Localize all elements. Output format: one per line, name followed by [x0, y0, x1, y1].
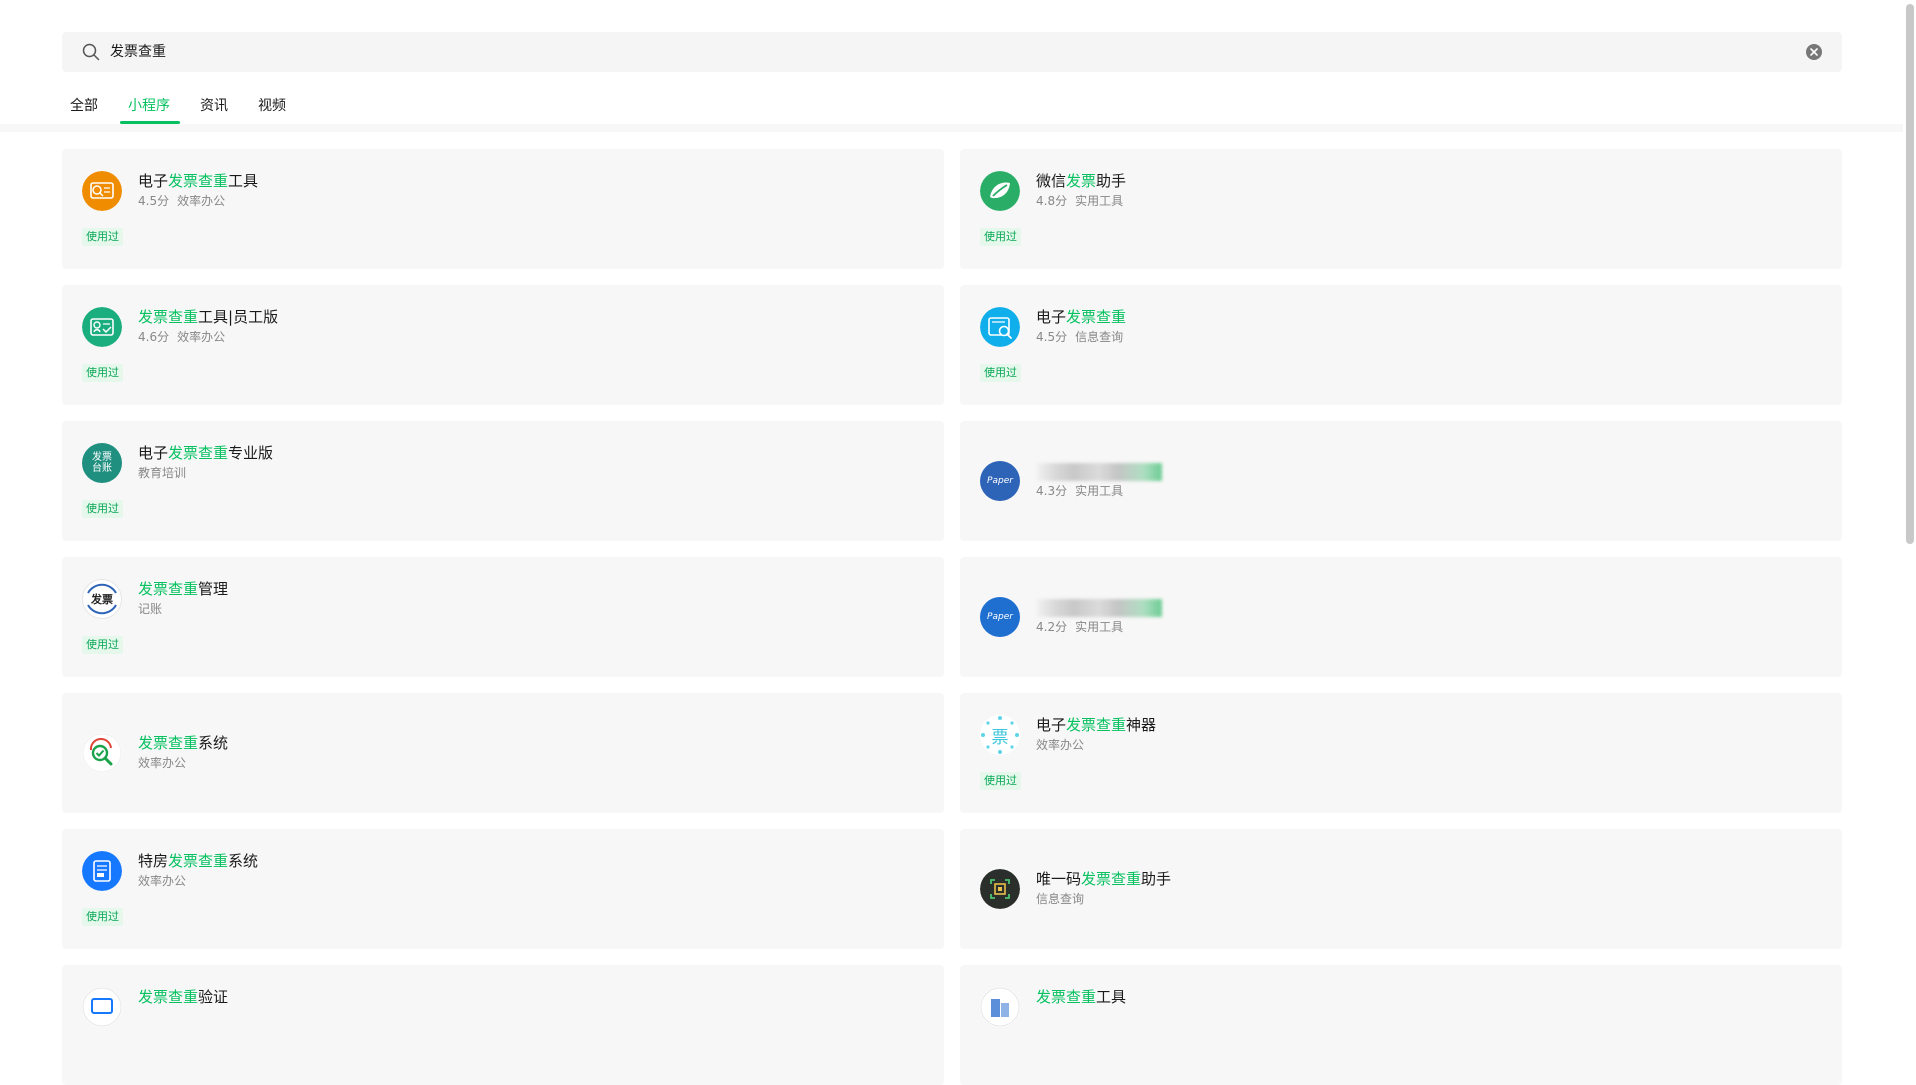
- result-title: 特房发票查重系统: [138, 852, 259, 870]
- result-card[interactable]: 发票查重系统 效率办公: [62, 693, 944, 813]
- result-meta: 4.8分 实用工具: [1036, 194, 1124, 208]
- invoice-magnifier-icon: [980, 307, 1020, 347]
- redacted-title: [1036, 462, 1162, 481]
- result-title: 电子发票查重专业版: [138, 444, 274, 462]
- result-card[interactable]: 发票 发票查重管理 记账 使用过: [62, 557, 944, 677]
- tab-all[interactable]: 全部: [70, 94, 98, 118]
- search-bar[interactable]: 发票查重: [62, 32, 1842, 72]
- result-title: 电子发票查重神器: [1036, 716, 1157, 734]
- document-icon: [82, 851, 122, 891]
- result-title: 唯一码发票查重助手: [1036, 870, 1172, 888]
- piao-dots-icon: 票: [980, 715, 1020, 755]
- result-meta: 效率办公: [138, 756, 187, 770]
- result-meta: 4.6分 效率办公: [138, 330, 226, 344]
- result-card[interactable]: Paper 4.2分 实用工具: [960, 557, 1842, 677]
- search-input[interactable]: 发票查重: [110, 42, 166, 62]
- tab-mini-programs[interactable]: 小程序: [128, 94, 170, 118]
- redacted-title: [1036, 598, 1162, 617]
- result-card[interactable]: 票 电子发票查重神器 效率办公 使用过: [960, 693, 1842, 813]
- result-meta: 记账: [138, 602, 163, 616]
- paper-logo-icon: Paper: [980, 461, 1020, 501]
- result-card[interactable]: Paper 4.3分 实用工具: [960, 421, 1842, 541]
- invoice-search-icon: [82, 171, 122, 211]
- result-card[interactable]: 发票 台账 电子发票查重专业版 教育培训 使用过: [62, 421, 944, 541]
- invoice-check-icon: [82, 307, 122, 347]
- leaf-icon: [980, 171, 1020, 211]
- magnifier-check-icon: [82, 733, 122, 773]
- tab-news[interactable]: 资讯: [200, 94, 228, 118]
- result-title: 发票查重管理: [138, 580, 229, 598]
- result-title: 发票查重系统: [138, 734, 229, 752]
- result-meta: 4.5分 信息查询: [1036, 330, 1124, 344]
- result-card[interactable]: 特房发票查重系统 效率办公 使用过: [62, 829, 944, 949]
- used-badge: 使用过: [82, 636, 123, 654]
- paper-logo-icon: Paper: [980, 597, 1020, 637]
- used-badge: 使用过: [82, 228, 123, 246]
- result-title: 电子发票查重: [1036, 308, 1127, 326]
- used-badge: 使用过: [980, 228, 1021, 246]
- invoice-ledger-icon: 发票 台账: [82, 443, 122, 483]
- result-meta: 4.3分 实用工具: [1036, 484, 1124, 498]
- result-title-redacted: [1036, 597, 1162, 617]
- result-meta: 4.5分 效率办公: [138, 194, 226, 208]
- result-meta: 信息查询: [1036, 892, 1085, 906]
- fapiao-logo-icon: 发票: [82, 579, 122, 619]
- result-title-redacted: [1036, 461, 1162, 481]
- result-card[interactable]: 电子发票查重工具 4.5分 效率办公 使用过: [62, 149, 944, 269]
- used-badge: 使用过: [82, 500, 123, 518]
- building-icon: [980, 987, 1020, 1027]
- used-badge: 使用过: [980, 772, 1021, 790]
- invoice-frame-icon: [82, 987, 122, 1027]
- scrollbar-thumb[interactable]: [1906, 4, 1914, 544]
- result-title: 发票查重工具|员工版: [138, 308, 279, 326]
- result-card[interactable]: 微信发票助手 4.8分 实用工具 使用过: [960, 149, 1842, 269]
- result-card[interactable]: 电子发票查重 4.5分 信息查询 使用过: [960, 285, 1842, 405]
- qr-scan-icon: [980, 869, 1020, 909]
- result-card[interactable]: 发票查重工具: [960, 965, 1842, 1085]
- result-card[interactable]: 发票查重验证: [62, 965, 944, 1085]
- result-meta: 4.2分 实用工具: [1036, 620, 1124, 634]
- tab-videos[interactable]: 视频: [258, 94, 286, 118]
- result-title: 发票查重工具: [1036, 988, 1127, 1006]
- result-title: 电子发票查重工具: [138, 172, 259, 190]
- result-meta: 效率办公: [1036, 738, 1085, 752]
- result-card[interactable]: 唯一码发票查重助手 信息查询: [960, 829, 1842, 949]
- result-meta: 教育培训: [138, 466, 187, 480]
- used-badge: 使用过: [82, 364, 123, 382]
- used-badge: 使用过: [980, 364, 1021, 382]
- search-icon: [82, 43, 100, 61]
- clear-icon[interactable]: [1806, 44, 1822, 60]
- result-card[interactable]: 发票查重工具|员工版 4.6分 效率办公 使用过: [62, 285, 944, 405]
- result-meta: 效率办公: [138, 874, 187, 888]
- result-title: 微信发票助手: [1036, 172, 1127, 190]
- tab-divider: [0, 124, 1903, 132]
- result-title: 发票查重验证: [138, 988, 229, 1006]
- used-badge: 使用过: [82, 908, 123, 926]
